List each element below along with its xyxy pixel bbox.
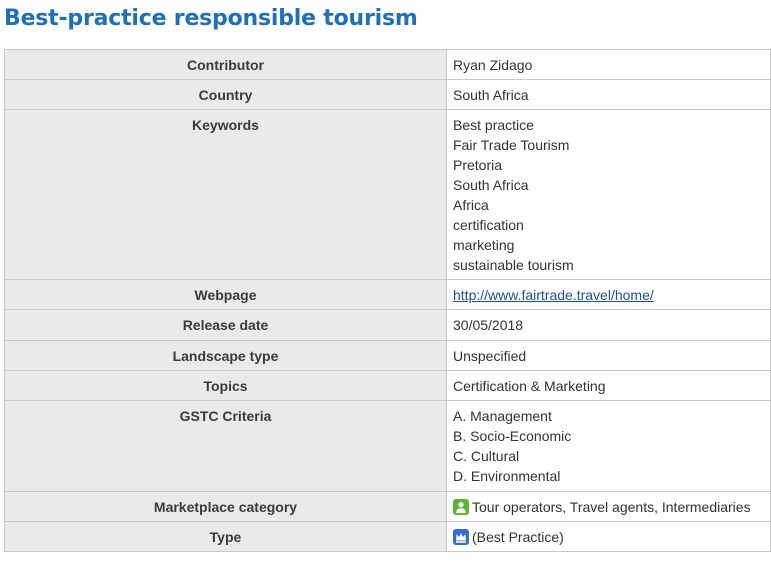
release-date-value: 30/05/2018 (446, 309, 771, 341)
crown-icon (453, 529, 469, 545)
gstc-criteria-value: A. Management B. Socio-Economic C. Cultu… (446, 400, 771, 492)
type-label: Type (4, 521, 447, 552)
row-marketplace-category: Marketplace category Tour operators, Tra… (4, 491, 771, 522)
row-keywords: Keywords Best practice Fair Trade Touris… (4, 109, 771, 280)
gstc-criteria-item: C. Cultural (453, 448, 520, 464)
keywords-label: Keywords (4, 109, 447, 280)
marketplace-category-text: Tour operators, Travel agents, Intermedi… (472, 499, 751, 515)
keyword-item: Best practice (453, 117, 534, 133)
keywords-value: Best practice Fair Trade Tourism Pretori… (446, 109, 771, 280)
webpage-link[interactable]: http://www.fairtrade.travel/home/ (453, 287, 654, 303)
type-line: (Best Practice) (453, 527, 764, 547)
keyword-item: Pretoria (453, 157, 503, 173)
webpage-label: Webpage (4, 279, 447, 310)
marketplace-category-value: Tour operators, Travel agents, Intermedi… (446, 491, 771, 522)
details-table: Contributor Ryan Zidago Country South Af… (4, 49, 771, 552)
topics-label: Topics (4, 370, 447, 401)
row-webpage: Webpage http://www.fairtrade.travel/home… (4, 279, 771, 310)
release-date-label: Release date (4, 309, 447, 341)
keyword-item: South Africa (453, 177, 529, 193)
keyword-item: marketing (453, 237, 515, 253)
row-contributor: Contributor Ryan Zidago (4, 49, 771, 80)
landscape-type-value: Unspecified (446, 340, 771, 371)
landscape-type-label: Landscape type (4, 340, 447, 371)
type-text: (Best Practice) (472, 529, 564, 545)
keyword-item: Fair Trade Tourism (453, 137, 570, 153)
keyword-item: Africa (453, 197, 489, 213)
gstc-criteria-item: B. Socio-Economic (453, 428, 572, 444)
type-value: (Best Practice) (446, 521, 771, 552)
row-release-date: Release date 30/05/2018 (4, 309, 771, 341)
marketplace-category-label: Marketplace category (4, 491, 447, 522)
gstc-criteria-item: A. Management (453, 408, 552, 424)
country-label: Country (4, 79, 447, 110)
webpage-value: http://www.fairtrade.travel/home/ (446, 279, 771, 310)
marketplace-category-line: Tour operators, Travel agents, Intermedi… (453, 497, 764, 517)
keyword-item: sustainable tourism (453, 257, 574, 273)
country-value: South Africa (446, 79, 771, 110)
row-topics: Topics Certification & Marketing (4, 370, 771, 401)
row-type: Type (Best Practice) (4, 521, 771, 552)
row-landscape-type: Landscape type Unspecified (4, 340, 771, 371)
gstc-criteria-item: D. Environmental (453, 468, 561, 484)
row-country: Country South Africa (4, 79, 771, 110)
gstc-criteria-label: GSTC Criteria (4, 400, 447, 492)
row-gstc-criteria: GSTC Criteria A. Management B. Socio-Eco… (4, 400, 771, 492)
contributor-value: Ryan Zidago (446, 49, 771, 80)
page-title: Best-practice responsible tourism (4, 6, 418, 31)
keyword-item: certification (453, 217, 524, 233)
contributor-label: Contributor (4, 49, 447, 80)
topics-value: Certification & Marketing (446, 370, 771, 401)
person-icon (453, 499, 469, 515)
